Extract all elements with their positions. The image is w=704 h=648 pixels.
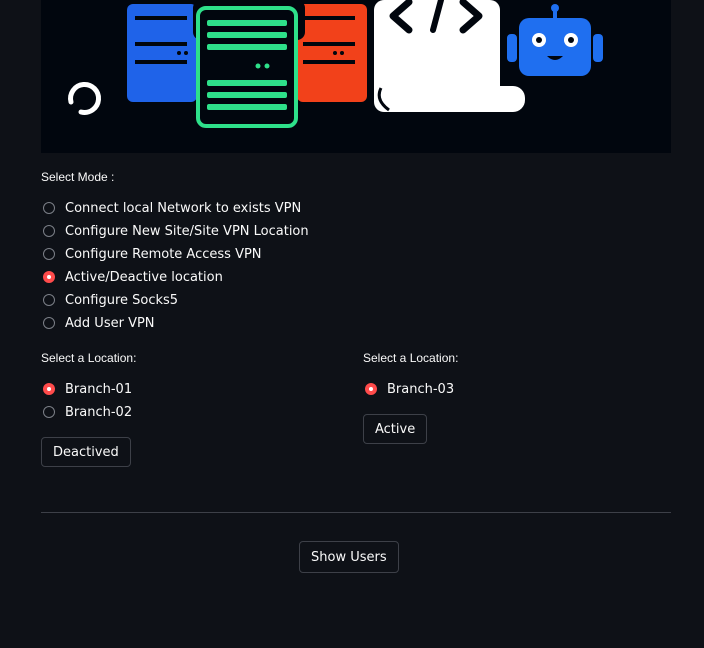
radio-selected-icon	[43, 383, 55, 395]
robot-icon	[507, 4, 603, 76]
radio-label: Branch-03	[387, 381, 455, 397]
deactived-button[interactable]: Deactived	[41, 437, 131, 467]
radio-circle-icon	[43, 317, 55, 329]
radio-label: Configure Socks5	[65, 292, 179, 308]
radio-circle-icon	[43, 225, 55, 237]
radio-option-remote-access[interactable]: Configure Remote Access VPN	[43, 244, 262, 264]
loading-spinner-icon	[68, 82, 101, 115]
select-mode-label: Select Mode :	[41, 170, 115, 184]
radio-selected-icon	[365, 383, 377, 395]
right-location-label: Select a Location:	[363, 351, 459, 365]
radio-option-connect-local[interactable]: Connect local Network to exists VPN	[43, 198, 301, 218]
banner-graphic	[68, 0, 603, 128]
radio-circle-icon	[43, 406, 55, 418]
active-button[interactable]: Active	[363, 414, 428, 444]
show-users-button[interactable]: Show Users	[299, 541, 399, 573]
radio-option-configure-site[interactable]: Configure New Site/Site VPN Location	[43, 221, 309, 241]
radio-option-branch-02[interactable]: Branch-02	[43, 402, 132, 422]
radio-label: Branch-02	[65, 404, 133, 420]
radio-label: Add User VPN	[65, 315, 155, 331]
radio-circle-icon	[43, 248, 55, 260]
divider	[41, 512, 671, 513]
radio-option-branch-01[interactable]: Branch-01	[43, 379, 132, 399]
radio-circle-icon	[43, 294, 55, 306]
radio-label: Configure Remote Access VPN	[65, 246, 262, 262]
left-location-label: Select a Location:	[41, 351, 137, 365]
radio-option-socks5[interactable]: Configure Socks5	[43, 290, 178, 310]
radio-circle-icon	[43, 202, 55, 214]
radio-label: Branch-01	[65, 381, 133, 397]
radio-option-branch-03[interactable]: Branch-03	[365, 379, 454, 399]
green-server-icon	[193, 0, 305, 128]
radio-option-active-deactive[interactable]: Active/Deactive location	[43, 267, 223, 287]
radio-label: Connect local Network to exists VPN	[65, 200, 302, 216]
radio-label: Active/Deactive location	[65, 269, 223, 285]
code-scroll-icon	[374, 0, 525, 112]
blue-server-icon	[127, 4, 197, 102]
red-server-icon	[297, 4, 367, 102]
banner-illustration	[41, 0, 671, 153]
radio-label: Configure New Site/Site VPN Location	[65, 223, 309, 239]
radio-selected-icon	[43, 271, 55, 283]
radio-option-add-user[interactable]: Add User VPN	[43, 313, 155, 333]
